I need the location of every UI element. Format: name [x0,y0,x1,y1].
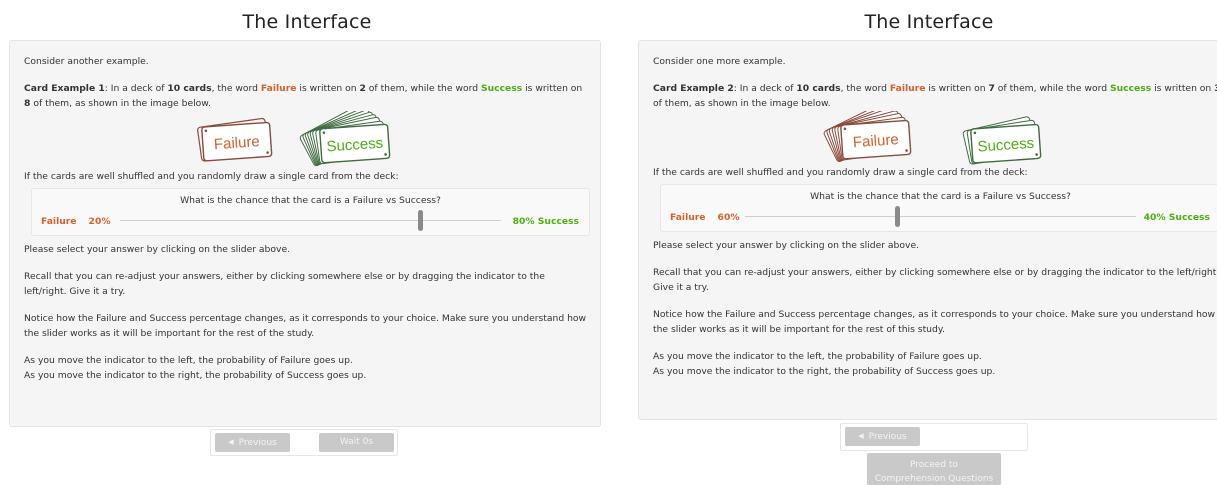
proceed-button[interactable]: Proceed to Comprehension Questions [867,453,1001,485]
failure-percent: 60% [717,212,740,223]
card-deck-illustration: Failure Success [653,111,1217,165]
failure-label: Failure [670,212,706,223]
page-title: The Interface [864,11,994,33]
failure-card-label: Failure [213,133,260,153]
success-label: Success [1168,212,1210,223]
caret-left-icon: ◀ [228,438,234,446]
previous-button[interactable]: ◀ Previous [845,427,920,446]
failure-word: Failure [260,83,297,94]
slider-question: What is the chance that the card is a Fa… [180,195,441,206]
probability-slider[interactable]: What is the chance that the card is a Fa… [660,184,1217,232]
success-word: Success [480,83,523,94]
card-deck-image: Failure Success [823,111,1042,165]
card-deck-image: Failure Success [197,111,391,167]
instruction-notice: Notice how the Failure and Success perce… [24,313,587,339]
slider-question: What is the chance that the card is a Fa… [810,191,1071,202]
slider-failure-readout: Failure 60% [670,210,740,225]
slider-success-readout: 40% Success [1144,210,1210,225]
slider-success-readout: 80% Success [513,214,579,229]
probability-slider[interactable]: What is the chance that the card is a Fa… [31,188,590,236]
intro-text: Consider another example. [24,56,149,67]
caret-left-icon: ◀ [858,432,864,440]
slider-thumb[interactable] [895,206,900,227]
instruction-readjust: Recall that you can re-adjust your answe… [24,271,545,297]
failure-percent: 20% [88,216,111,227]
instruction-panel: Consider another example. Card Example 1… [9,40,601,427]
draw-instruction: If the cards are well shuffled and you r… [24,171,399,182]
instruction-right: As you move the indicator to the right, … [24,370,367,381]
instruction-left: As you move the indicator to the left, t… [24,355,353,366]
intro-text: Consider one more example. [653,56,786,67]
success-label: Success [537,216,579,227]
instruction-left: As you move the indicator to the left, t… [653,351,982,362]
card-example-text: Card Example 2: In a deck of 10 cards, t… [653,81,1217,111]
left-screen: The Interface Consider another example. … [9,0,601,427]
success-word: Success [1109,83,1152,94]
navigation-bar: ◀ Previous [840,423,1028,451]
deck-size: 10 cards [167,83,212,94]
card-deck-illustration: Failure Success [24,111,588,169]
failure-label: Failure [41,216,77,227]
success-percent: 40% [1143,212,1166,223]
instruction-notice: Notice how the Failure and Success perce… [653,309,1216,335]
previous-button[interactable]: ◀ Previous [215,433,290,452]
instruction-readjust: Recall that you can re-adjust your answe… [653,267,1217,293]
failure-card-stack: Failure [823,111,912,163]
instruction-right: As you move the indicator to the right, … [653,366,996,377]
failure-card-stack: Failure [197,117,273,162]
slider-track[interactable] [745,216,1136,217]
success-card-stack: Success [299,111,391,167]
draw-instruction: If the cards are well shuffled and you r… [653,167,1028,178]
instruction-select: Please select your answer by clicking on… [653,240,920,251]
card-example-text: Card Example 1: In a deck of 10 cards, t… [24,83,583,109]
right-screen: The Interface Consider one more example.… [638,0,1217,420]
page-title: The Interface [242,11,372,33]
wait-button[interactable]: Wait 0s [319,433,394,452]
success-percent: 80% [512,216,535,227]
slider-thumb[interactable] [418,210,423,231]
deck-size: 10 cards [796,83,841,94]
card-example-label: Card Example 2 [653,83,734,94]
failure-word: Failure [889,83,926,94]
navigation-bar: ◀ Previous Wait 0s [210,429,398,456]
slider-track[interactable] [120,220,501,221]
slider-failure-readout: Failure 20% [41,214,111,229]
success-card-stack: Success [962,116,1042,165]
card-example-label: Card Example 1 [24,83,105,94]
failure-card-label: Failure [852,131,899,151]
instruction-panel: Consider one more example. Card Example … [638,40,1217,420]
instruction-select: Please select your answer by clicking on… [24,244,291,255]
